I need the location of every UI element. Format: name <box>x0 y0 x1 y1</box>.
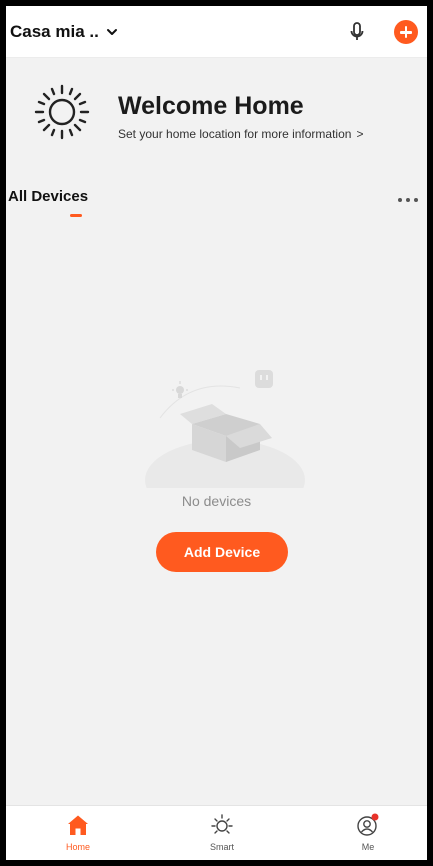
microphone-button[interactable] <box>345 20 369 44</box>
chevron-down-icon <box>106 29 117 35</box>
welcome-title: Welcome Home <box>118 92 304 120</box>
user-icon <box>357 813 379 836</box>
more-options-button[interactable] <box>396 190 420 210</box>
more-dot <box>406 198 410 202</box>
more-dot <box>414 198 418 202</box>
nav-label-me: Me <box>361 842 375 852</box>
tab-all-devices-label: All Devices <box>8 188 89 205</box>
notification-dot <box>371 813 379 821</box>
sun-icon <box>34 84 90 140</box>
microphone-icon <box>350 22 364 40</box>
nav-item-home[interactable]: Home <box>38 812 118 858</box>
welcome-subtitle: Set your home location for more informat… <box>118 127 363 141</box>
more-dot <box>398 198 402 202</box>
tab-active-indicator <box>70 214 82 217</box>
sun-icon <box>211 814 233 834</box>
empty-state-message: No devices <box>181 493 252 509</box>
bottom-nav: Home Smart Me <box>6 805 427 860</box>
add-button[interactable] <box>394 20 418 44</box>
app-screen: Casa mia .. Welcome Home Set your home l… <box>6 6 427 860</box>
add-device-button[interactable]: Add Device <box>156 532 288 572</box>
home-selector[interactable]: Casa mia .. <box>10 20 119 44</box>
home-name: Casa mia .. <box>10 22 99 41</box>
nav-item-me[interactable]: Me <box>328 812 408 858</box>
tab-all-devices[interactable]: All Devices <box>6 188 88 218</box>
welcome-section[interactable]: Welcome Home Set your home location for … <box>30 80 420 150</box>
home-icon <box>68 815 88 835</box>
nav-label-home: Home <box>65 842 90 852</box>
top-bar: Casa mia .. <box>6 6 427 58</box>
nav-item-smart[interactable]: Smart <box>182 812 262 858</box>
welcome-subtitle-text: Set your home location for more informat… <box>118 127 352 141</box>
chevron-right-icon: > <box>356 127 364 141</box>
empty-box-illustration <box>145 370 305 488</box>
nav-label-smart: Smart <box>209 842 234 852</box>
